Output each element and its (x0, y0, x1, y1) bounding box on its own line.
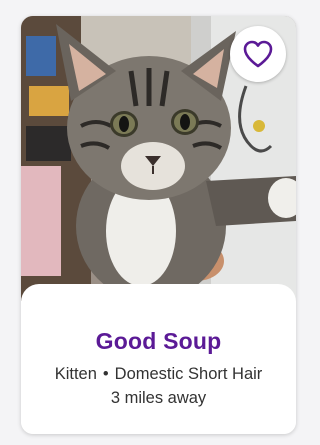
pet-details: Kitten • Domestic Short Hair (21, 365, 296, 384)
pet-info: Good Soup Kitten • Domestic Short Hair 3 m… (21, 284, 296, 434)
favorite-button[interactable] (230, 26, 286, 82)
separator-dot: • (102, 365, 109, 383)
pet-card[interactable]: Good Soup Kitten • Domestic Short Hair 3 m… (21, 16, 296, 434)
heart-outline-icon (243, 40, 273, 68)
pet-name[interactable]: Good Soup (21, 328, 296, 355)
pet-age: Kitten (54, 365, 97, 383)
pet-distance: 3 miles away (110, 389, 207, 407)
pet-breed: Domestic Short Hair (114, 365, 263, 383)
